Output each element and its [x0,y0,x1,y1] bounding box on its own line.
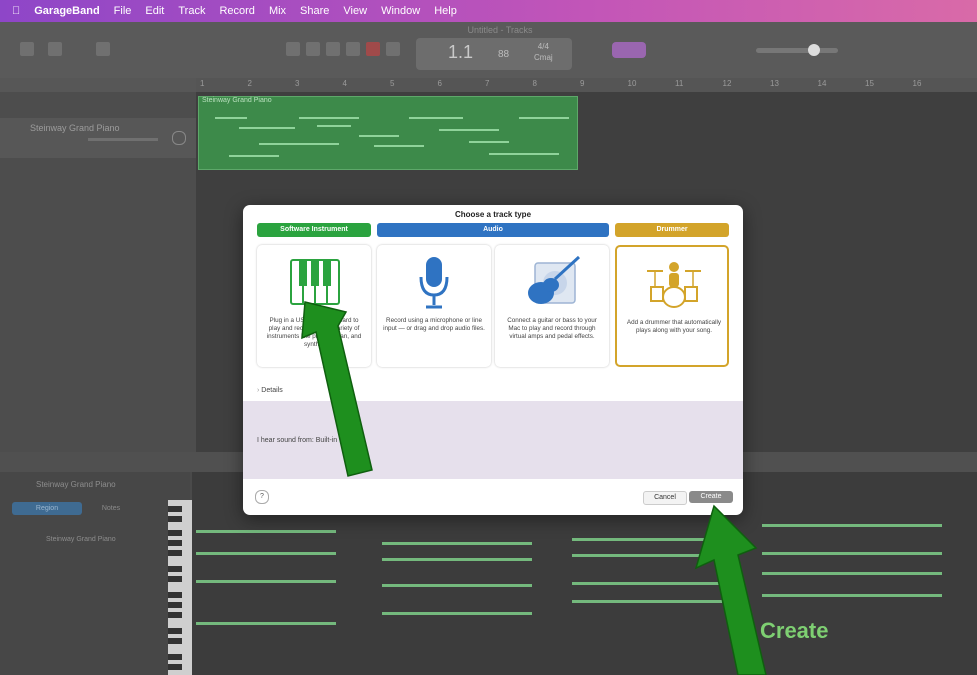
arrow-to-piano-icon [301,301,373,477]
arrow-to-create-button [694,504,767,675]
create-annotation-label: Create [760,618,829,643]
annotation-arrows [301,301,767,675]
